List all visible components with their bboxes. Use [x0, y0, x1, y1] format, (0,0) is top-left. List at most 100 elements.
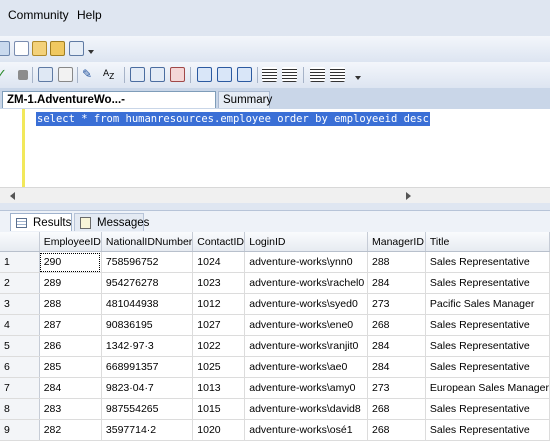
- table-cell[interactable]: 3597714·2: [101, 419, 194, 441]
- table-cell[interactable]: Sales Representative: [425, 272, 550, 294]
- stop-icon[interactable]: [18, 70, 28, 80]
- table-cell[interactable]: 1342·97·3: [101, 335, 194, 357]
- row-number[interactable]: 9: [0, 419, 40, 441]
- table-cell[interactable]: 1013: [192, 377, 246, 399]
- table-cell[interactable]: 287: [39, 314, 102, 336]
- table-row[interactable]: 6 285 668991357 1025 adventure-works\ae0 284 S…: [0, 356, 550, 378]
- table-cell[interactable]: 758596752: [101, 251, 194, 273]
- scroll-left-icon[interactable]: [10, 192, 15, 200]
- table-cell[interactable]: Sales Representative: [425, 314, 550, 336]
- menu-community[interactable]: Community: [8, 8, 69, 22]
- decrease-indent-icon[interactable]: [310, 67, 325, 82]
- table-cell[interactable]: 289: [39, 272, 102, 294]
- parse-icon[interactable]: [38, 67, 53, 82]
- table-row[interactable]: 5 286 1342·97·3 1022 adventure-works\ranjit0…: [0, 335, 550, 357]
- column-header[interactable]: Title: [425, 232, 550, 252]
- table-cell[interactable]: 1025: [192, 356, 246, 378]
- table-cell[interactable]: 285: [39, 356, 102, 378]
- table-cell[interactable]: Pacific Sales Manager: [425, 293, 550, 315]
- table-cell[interactable]: 288: [367, 251, 426, 273]
- uncomment-lines-icon[interactable]: [282, 67, 297, 82]
- table-cell[interactable]: adventure-works\osé1: [244, 419, 368, 441]
- table-cell[interactable]: 1024: [192, 251, 246, 273]
- table-cell[interactable]: 1020: [192, 419, 246, 441]
- table-cell[interactable]: 268: [367, 314, 426, 336]
- row-number[interactable]: 8: [0, 398, 40, 420]
- scroll-right-icon[interactable]: [406, 192, 411, 200]
- table-cell[interactable]: adventure-works\ranjit0: [244, 335, 368, 357]
- table-cell[interactable]: 284: [367, 335, 426, 357]
- query-options-icon[interactable]: ✎: [82, 67, 97, 82]
- table-cell[interactable]: 1015: [192, 398, 246, 420]
- check-icon[interactable]: ✓: [0, 67, 11, 82]
- table-cell[interactable]: Sales Representative: [425, 419, 550, 441]
- table-cell[interactable]: 954276278: [101, 272, 194, 294]
- new-project-icon[interactable]: [0, 41, 10, 56]
- sort-az-icon[interactable]: AZ: [103, 67, 118, 82]
- table-cell[interactable]: 273: [367, 377, 426, 399]
- table-cell[interactable]: 987554265: [101, 398, 194, 420]
- tab-summary[interactable]: Summary: [218, 91, 272, 108]
- tab-messages[interactable]: Messages: [74, 213, 149, 231]
- table-cell[interactable]: 1027: [192, 314, 246, 336]
- row-number[interactable]: 6: [0, 356, 40, 378]
- save-icon[interactable]: [69, 41, 84, 56]
- table-cell[interactable]: 268: [367, 419, 426, 441]
- table-cell[interactable]: adventure-works\amy0: [244, 377, 368, 399]
- row-number[interactable]: 3: [0, 293, 40, 315]
- editor-horizontal-scrollbar[interactable]: [0, 187, 550, 203]
- table-row[interactable]: 7 284 9823·04·7 1013 adventure-works\amy0 273…: [0, 377, 550, 399]
- table-cell[interactable]: 284: [367, 356, 426, 378]
- pane-splitter[interactable]: [0, 203, 550, 211]
- sql-query-text[interactable]: select * from humanresources.employee or…: [36, 112, 430, 126]
- table-cell[interactable]: 90836195: [101, 314, 194, 336]
- table-cell[interactable]: 668991357: [101, 356, 194, 378]
- table-cell[interactable]: Sales Representative: [425, 356, 550, 378]
- sql-editor[interactable]: select * from humanresources.employee or…: [0, 109, 550, 187]
- client-stats-icon[interactable]: [150, 67, 165, 82]
- table-row[interactable]: 8 283 987554265 1015 adventure-works\david8 2…: [0, 398, 550, 420]
- table-cell[interactable]: Sales Representative: [425, 251, 550, 273]
- open-file-icon[interactable]: [32, 41, 47, 56]
- chevron-down-icon[interactable]: [88, 50, 94, 54]
- results-file-icon[interactable]: [217, 67, 232, 82]
- table-cell[interactable]: 283: [39, 398, 102, 420]
- table-cell[interactable]: adventure-works\ene0: [244, 314, 368, 336]
- comment-lines-icon[interactable]: [262, 67, 277, 82]
- row-number[interactable]: 5: [0, 335, 40, 357]
- table-cell[interactable]: adventure-works\rachel0: [244, 272, 368, 294]
- table-cell[interactable]: 1023: [192, 272, 246, 294]
- results-to-text-icon[interactable]: [170, 67, 185, 82]
- tab-sqlquery1[interactable]: ZM-1.AdventureWo...- SQLQuery1.sql*: [2, 91, 216, 123]
- table-cell[interactable]: 284: [39, 377, 102, 399]
- column-header[interactable]: NationalIDNumber: [101, 232, 194, 252]
- column-header[interactable]: ContactID: [192, 232, 246, 252]
- table-cell[interactable]: 288: [39, 293, 102, 315]
- table-cell[interactable]: Sales Representative: [425, 398, 550, 420]
- table-cell[interactable]: European Sales Manager: [425, 377, 550, 399]
- results-text-icon[interactable]: [237, 67, 252, 82]
- results-grid[interactable]: EmployeeID NationalIDNumber ContactID Login…: [0, 232, 550, 441]
- row-number[interactable]: 2: [0, 272, 40, 294]
- column-header[interactable]: LoginID: [244, 232, 368, 252]
- row-number[interactable]: 7: [0, 377, 40, 399]
- table-row[interactable]: 2 289 954276278 1023 adventure-works\rachel0…: [0, 272, 550, 294]
- table-cell[interactable]: Sales Representative: [425, 335, 550, 357]
- database-folder-icon[interactable]: [50, 41, 65, 56]
- results-grid-icon[interactable]: [197, 67, 212, 82]
- tab-results[interactable]: Results: [10, 213, 72, 231]
- column-header[interactable]: EmployeeID: [39, 232, 102, 252]
- table-cell[interactable]: 284: [367, 272, 426, 294]
- table-row[interactable]: 1 290 758596752 1024 adventure-works\ynn0 288…: [0, 251, 550, 273]
- table-cell[interactable]: 286: [39, 335, 102, 357]
- table-cell[interactable]: 9823·04·7: [101, 377, 194, 399]
- table-cell[interactable]: 282: [39, 419, 102, 441]
- row-number-header[interactable]: [0, 232, 40, 252]
- display-plan-icon[interactable]: [58, 67, 73, 82]
- table-cell[interactable]: 273: [367, 293, 426, 315]
- table-cell[interactable]: adventure-works\david8: [244, 398, 368, 420]
- table-row[interactable]: 3 288 481044938 1012 adventure-works\syed0 27…: [0, 293, 550, 315]
- row-number[interactable]: 1: [0, 251, 40, 273]
- table-cell[interactable]: 290: [39, 251, 102, 273]
- table-row[interactable]: 4 287 90836195 1027 adventure-works\ene0 268 S…: [0, 314, 550, 336]
